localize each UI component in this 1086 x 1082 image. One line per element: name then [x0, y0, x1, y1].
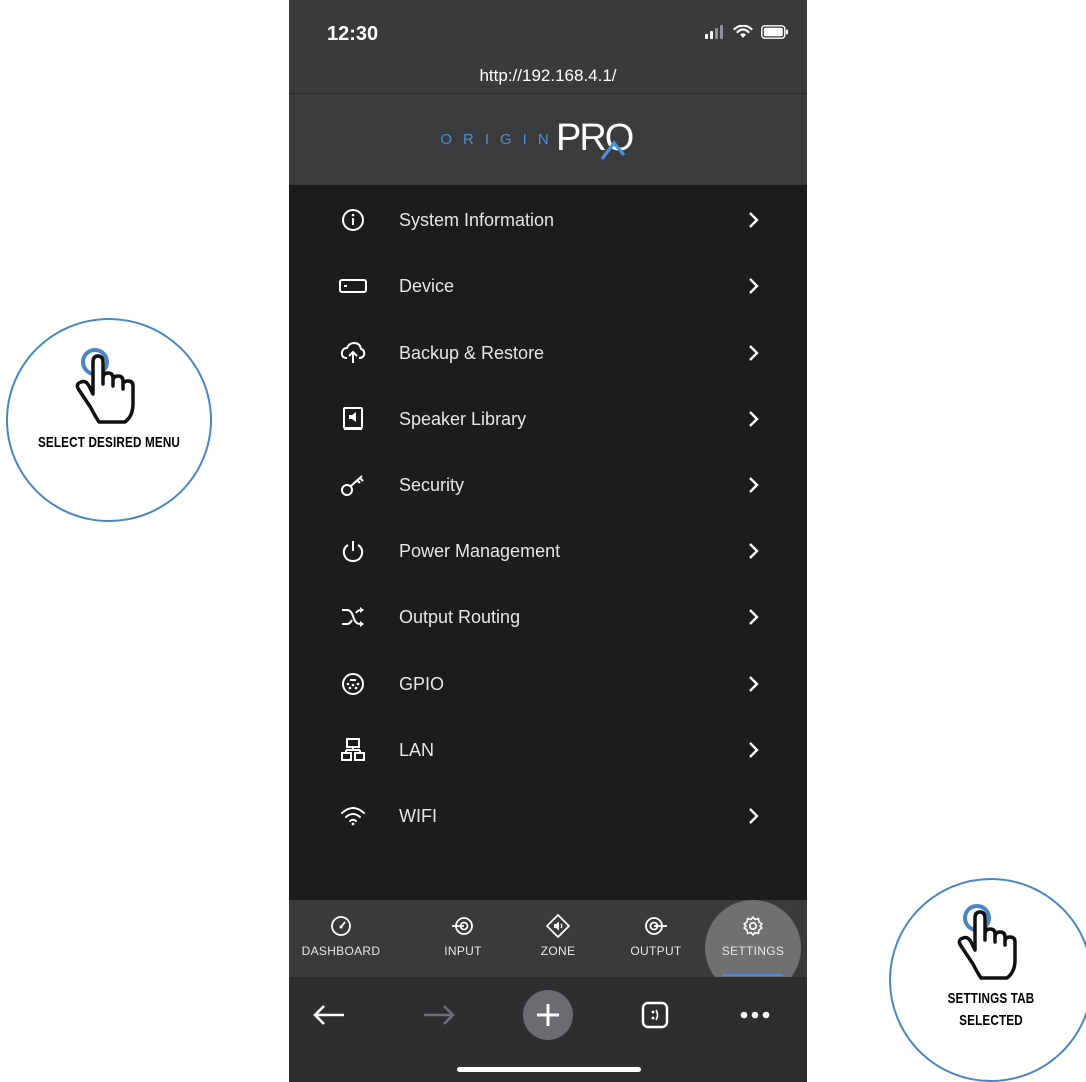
- menu-item-wifi[interactable]: WIFI: [289, 783, 807, 849]
- wifi-status-icon: [733, 25, 753, 38]
- tab-zone[interactable]: ZONE: [513, 900, 603, 977]
- chevron-right-icon: [749, 477, 759, 493]
- menu-item-label: LAN: [399, 739, 435, 760]
- menu-item-label: GPIO: [399, 673, 445, 694]
- arrow-left-icon: [313, 1005, 344, 1025]
- chevron-right-icon: [749, 742, 759, 758]
- output-icon: [644, 914, 668, 938]
- status-bar: 12:30: [289, 0, 807, 62]
- gear-icon: [741, 914, 765, 938]
- menu-item-system-information[interactable]: System Information: [289, 187, 807, 253]
- menu-item-label: Device: [399, 275, 455, 296]
- tab-settings[interactable]: SETTINGS: [705, 900, 801, 977]
- network-icon: [339, 736, 367, 764]
- status-icons: [705, 25, 789, 39]
- tab-dashboard[interactable]: DASHBOARD: [289, 900, 393, 977]
- power-icon: [339, 537, 367, 565]
- forward-button[interactable]: [419, 995, 459, 1035]
- menu-item-security[interactable]: Security: [289, 452, 807, 518]
- logo-origin-text: ORIGIN: [440, 131, 560, 148]
- cloud-upload-icon: [339, 339, 367, 367]
- origin-pro-logo: ORIGIN PRO: [440, 117, 637, 163]
- menu-item-device[interactable]: Device: [289, 253, 807, 319]
- phone-screen: 12:30 http://192.168.4.1/ ORIGIN PRO Sys…: [289, 0, 807, 1082]
- new-tab-button[interactable]: [523, 990, 573, 1040]
- info-icon: [339, 206, 367, 234]
- tab-input[interactable]: INPUT: [413, 900, 513, 977]
- menu-item-label: Security: [399, 474, 465, 495]
- chevron-right-icon: [749, 808, 759, 824]
- menu-item-backup-restore[interactable]: Backup & Restore: [289, 320, 807, 386]
- status-time: 12:30: [327, 23, 379, 45]
- zone-icon: [546, 914, 570, 938]
- tab-label: DASHBOARD: [301, 944, 381, 958]
- tab-output[interactable]: OUTPUT: [609, 900, 703, 977]
- selected-tab-indicator: [723, 974, 783, 976]
- wifi-icon: [339, 802, 367, 830]
- menu-item-gpio[interactable]: GPIO: [289, 651, 807, 717]
- chevron-right-icon: [749, 543, 759, 559]
- arrow-right-icon: [424, 1005, 455, 1025]
- chevron-right-icon: [749, 212, 759, 228]
- settings-menu: System Information Device Backup & Resto…: [289, 185, 807, 900]
- plus-icon: [537, 1004, 559, 1026]
- cellular-signal-icon: [705, 25, 723, 39]
- more-icon: [740, 1011, 770, 1019]
- chevron-right-icon: [749, 609, 759, 625]
- callout-settings-selected: SETTINGS TAB SELECTED: [889, 878, 1086, 1082]
- menu-item-power-management[interactable]: Power Management: [289, 518, 807, 584]
- more-options-button[interactable]: [735, 995, 775, 1035]
- app-header: ORIGIN PRO: [289, 94, 807, 185]
- tabs-icon: [641, 1001, 669, 1029]
- battery-icon: [761, 25, 788, 39]
- menu-item-lan[interactable]: LAN: [289, 717, 807, 783]
- tap-hand-icon: [957, 904, 1017, 980]
- callout-left-text: SELECT DESIRED MENU: [37, 434, 181, 451]
- chevron-right-icon: [749, 676, 759, 692]
- browser-url-bar[interactable]: http://192.168.4.1/: [289, 58, 807, 94]
- callout-right-text: SETTINGS TAB SELECTED: [947, 990, 1035, 1029]
- shuffle-icon: [339, 603, 367, 631]
- tab-label: ZONE: [540, 944, 576, 958]
- menu-item-label: Power Management: [399, 540, 561, 561]
- chevron-right-icon: [749, 278, 759, 294]
- menu-item-label: WIFI: [399, 805, 437, 826]
- key-icon: [339, 471, 367, 499]
- callout-select-menu: SELECT DESIRED MENU: [6, 318, 212, 522]
- tab-label: INPUT: [444, 944, 482, 958]
- input-icon: [451, 914, 475, 938]
- menu-item-label: Backup & Restore: [399, 342, 545, 363]
- tab-label: OUTPUT: [630, 944, 682, 958]
- chevron-right-icon: [749, 345, 759, 361]
- device-icon: [339, 272, 367, 300]
- logo-pro-mark: PRO: [556, 117, 634, 160]
- gpio-icon: [339, 670, 367, 698]
- menu-item-output-routing[interactable]: Output Routing: [289, 584, 807, 650]
- tab-label: SETTINGS: [721, 944, 785, 958]
- gauge-icon: [329, 914, 353, 938]
- speaker-library-icon: [339, 405, 367, 433]
- home-indicator: [457, 1067, 641, 1072]
- tabs-button[interactable]: [635, 995, 675, 1035]
- menu-item-label: System Information: [399, 209, 555, 230]
- tap-hand-icon: [75, 348, 135, 424]
- menu-item-label: Speaker Library: [399, 408, 527, 429]
- back-button[interactable]: [309, 995, 349, 1035]
- menu-item-speaker-library[interactable]: Speaker Library: [289, 386, 807, 452]
- menu-item-label: Output Routing: [399, 606, 521, 627]
- chevron-right-icon: [749, 411, 759, 427]
